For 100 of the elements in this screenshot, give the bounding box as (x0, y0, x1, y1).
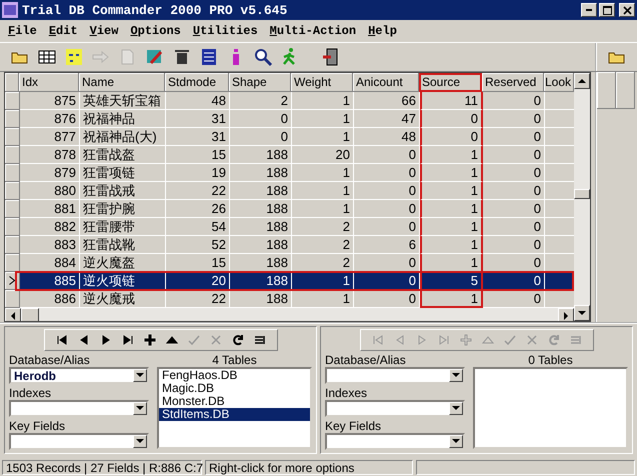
table-cell: 0 (483, 200, 545, 218)
menu-item[interactable]: Utilities (192, 24, 258, 38)
table-cell: 882 (20, 218, 80, 236)
menu-item[interactable]: Help (368, 24, 397, 38)
table-cell: 0 (483, 146, 545, 164)
dropdown-button[interactable] (133, 369, 147, 382)
field-label: Indexes (325, 386, 368, 400)
column-header[interactable]: Idx (19, 73, 79, 92)
menu-item[interactable]: Edit (48, 24, 78, 38)
status-panel: 1503 Records | 27 Fields | R:886 C:7 (2, 460, 202, 475)
table-list-item[interactable]: FengHaos.DB (159, 369, 310, 382)
column-header[interactable]: Reserved (482, 73, 544, 92)
dropdown-button[interactable] (449, 369, 463, 382)
column-header[interactable]: Look (544, 73, 574, 92)
table-cell: 879 (20, 164, 80, 182)
column-header[interactable]: Weight (291, 73, 353, 92)
table-cell: 31 (166, 128, 230, 146)
dropdown-button[interactable] (133, 402, 147, 415)
close-button[interactable] (619, 3, 635, 17)
table-list-item[interactable]: Monster.DB (159, 395, 310, 408)
table-cell: 884 (20, 254, 80, 272)
minimize-icon (586, 9, 592, 11)
table-list-item[interactable]: StdItems.DB (159, 408, 310, 421)
table-cell: 2 (292, 236, 354, 254)
table-cell: 878 (20, 146, 80, 164)
table-cell: 22 (166, 182, 230, 200)
table-cell: 狂雷腰带 (80, 218, 166, 236)
table-cell: 188 (230, 200, 292, 218)
menu-item[interactable]: View (90, 24, 118, 38)
menu-item[interactable]: File (8, 24, 37, 38)
table-cell: 47 (354, 110, 420, 128)
table-cell: 狂雷项链 (80, 164, 166, 182)
dropdown-button[interactable] (449, 435, 463, 448)
key-fields-dropdown[interactable] (9, 433, 149, 450)
scrollbar-thumb[interactable] (574, 189, 590, 199)
table-cell: 48 (166, 92, 230, 110)
column-header[interactable]: Stdmode (165, 73, 229, 92)
column-header[interactable]: Shape (229, 73, 291, 92)
table-cell: 54 (166, 218, 230, 236)
menu-item[interactable]: Options (130, 24, 181, 38)
scroll-right-button[interactable] (558, 308, 574, 321)
indexes-dropdown[interactable] (325, 400, 465, 417)
maximize-button[interactable] (599, 3, 615, 17)
field-label: Database/Alias (325, 353, 407, 367)
table-cell: 狂雷战戒 (80, 182, 166, 200)
table-cell: 0 (230, 128, 292, 146)
right-arrow-icon (564, 312, 568, 320)
table-cell: 0 (354, 182, 420, 200)
table-cell: 0 (483, 128, 545, 146)
table-cell: 祝福神品(大) (80, 128, 166, 146)
scroll-up-button[interactable] (574, 73, 590, 89)
table-cell: 188 (230, 182, 292, 200)
down-arrow-icon (136, 439, 144, 444)
column-header[interactable]: Source (419, 73, 482, 92)
table-cell: 1 (292, 128, 354, 146)
table-cell: 0 (354, 200, 420, 218)
table-cell: 881 (20, 200, 80, 218)
field-label: Key Fields (325, 419, 382, 433)
left-arrow-icon (10, 312, 16, 320)
down-arrow-icon (136, 373, 144, 378)
table-cell: 15 (166, 146, 230, 164)
table-cell: 狂雷护腕 (80, 200, 166, 218)
table-cell: 31 (166, 110, 230, 128)
field-label: Indexes (9, 386, 52, 400)
table-cell: 1 (420, 164, 483, 182)
table-cell: 6 (354, 236, 420, 254)
down-arrow-icon (136, 406, 144, 411)
table-cell: 883 (20, 236, 80, 254)
menu-item[interactable]: Multi-Action (270, 24, 356, 38)
table-cell: 逆火魔盔 (80, 254, 166, 272)
table-list-item[interactable]: Magic.DB (159, 382, 310, 395)
table-cell: 20 (292, 146, 354, 164)
scroll-left-button[interactable] (5, 308, 21, 321)
table-cell: 26 (166, 200, 230, 218)
table-cell: 1 (420, 236, 483, 254)
down-arrow-icon (452, 373, 460, 378)
column-header[interactable]: Anicount (353, 73, 419, 92)
table-cell: 188 (230, 218, 292, 236)
table-cell: 1 (292, 182, 354, 200)
dropdown-button[interactable] (449, 402, 463, 415)
table-cell: 0 (483, 92, 545, 110)
dropdown-button[interactable] (133, 435, 147, 448)
table-cell: 0 (420, 128, 483, 146)
table-cell: 0 (354, 218, 420, 236)
indexes-dropdown[interactable] (9, 400, 149, 417)
database-dropdown[interactable]: Herodb (9, 367, 149, 384)
table-cell: 2 (292, 254, 354, 272)
minimize-button[interactable] (581, 3, 597, 17)
down-arrow-icon (452, 439, 460, 444)
table-cell: 0 (483, 218, 545, 236)
column-header[interactable]: Name (79, 73, 165, 92)
row-indicator (5, 73, 19, 92)
scroll-down-button[interactable] (574, 305, 590, 321)
table-cell: 880 (20, 182, 80, 200)
table-cell: 52 (166, 236, 230, 254)
table-cell: 15 (166, 254, 230, 272)
table-cell: 1 (292, 110, 354, 128)
table-cell: 66 (354, 92, 420, 110)
key-fields-dropdown[interactable] (325, 433, 465, 450)
database-dropdown[interactable] (325, 367, 465, 384)
